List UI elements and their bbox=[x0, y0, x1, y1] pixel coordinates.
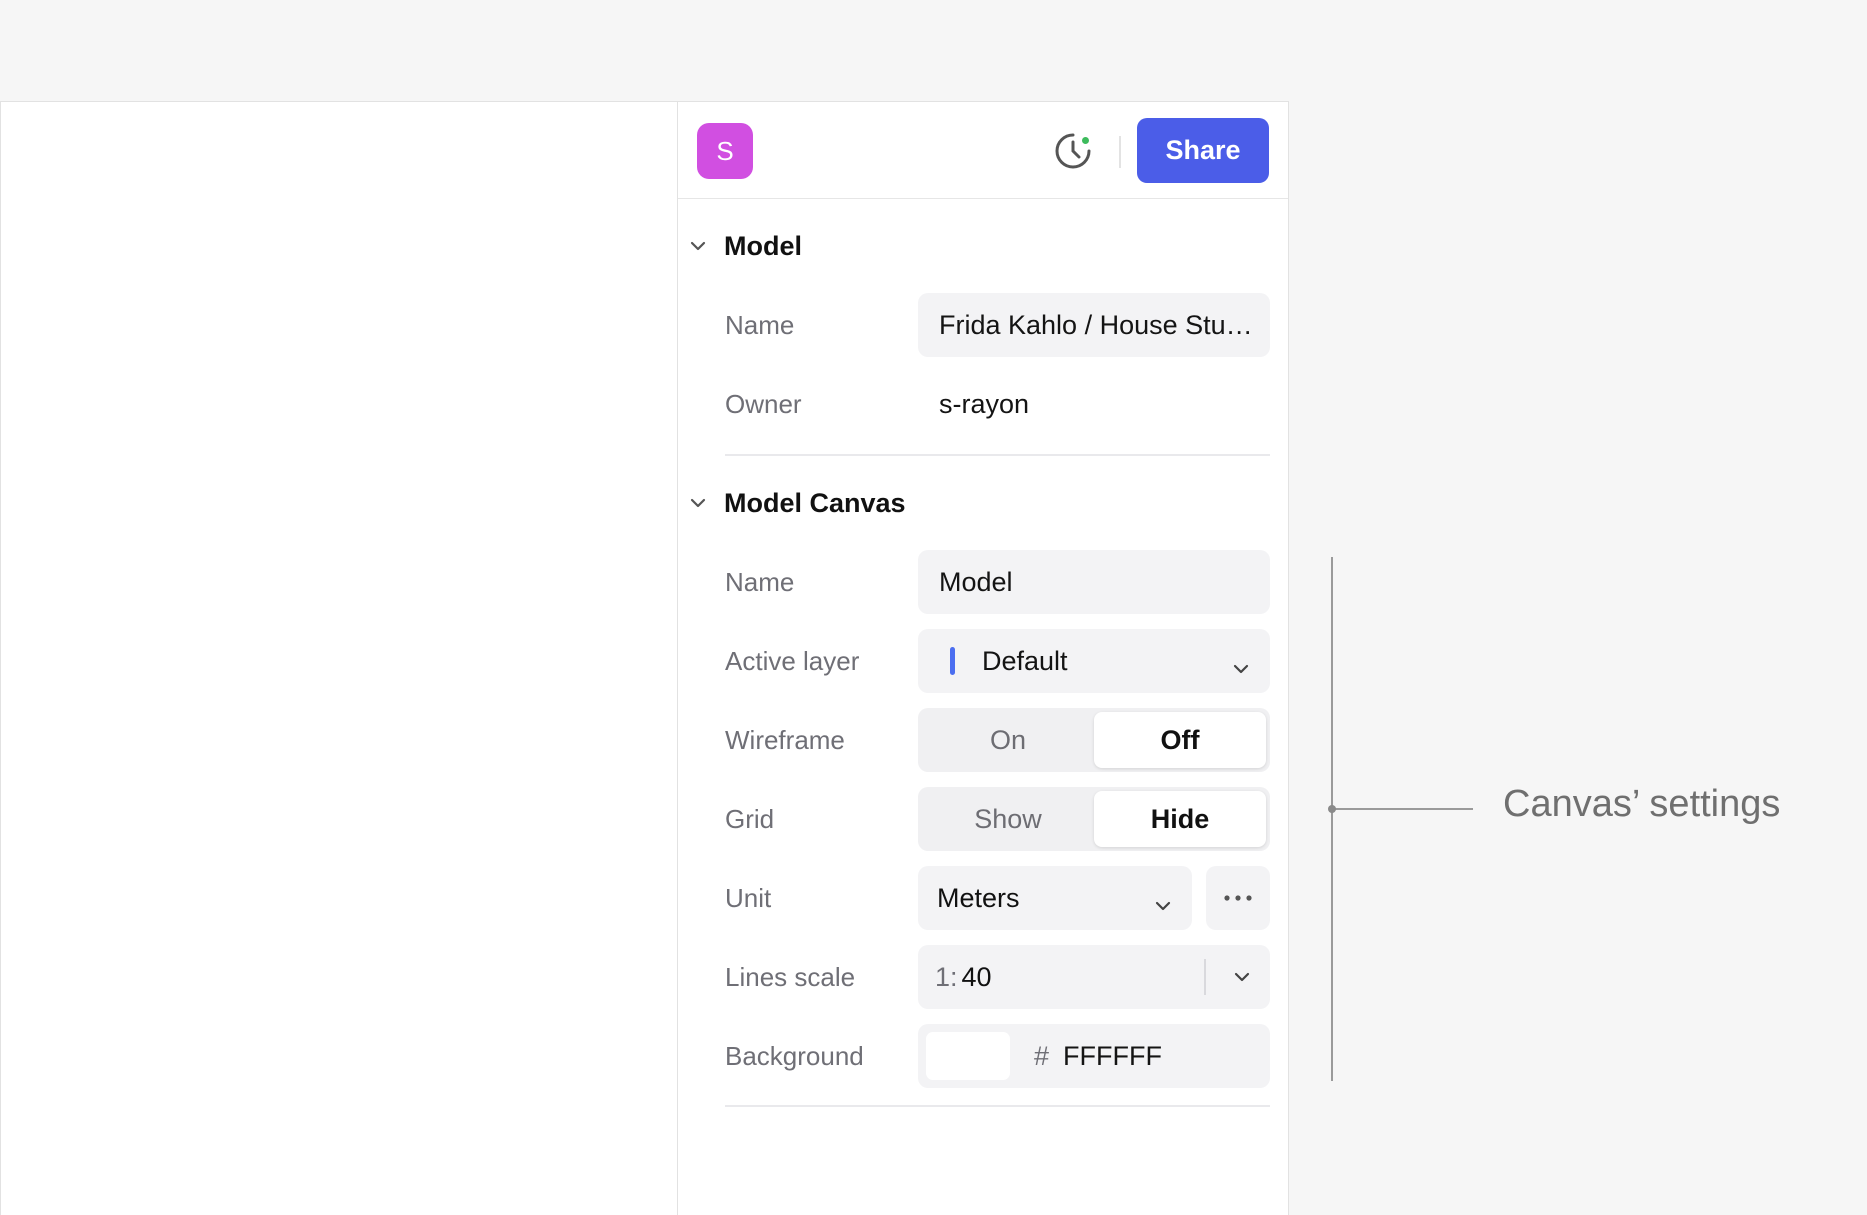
annotation-dot bbox=[1328, 805, 1336, 813]
layer-color-indicator bbox=[950, 647, 955, 675]
lines-scale-dropdown-button[interactable] bbox=[1214, 945, 1270, 1009]
model-name-label: Name bbox=[725, 310, 795, 340]
model-owner-row: Owner s-rayon bbox=[725, 372, 1270, 436]
background-color-field: # FFFFFF bbox=[918, 1024, 1270, 1088]
model-section-title: Model bbox=[724, 230, 802, 261]
lines-scale-value[interactable]: 40 bbox=[962, 962, 992, 993]
wireframe-toggle: On Off bbox=[918, 708, 1270, 772]
wireframe-label: Wireframe bbox=[725, 725, 845, 755]
background-hex-input[interactable]: FFFFFF bbox=[1063, 1041, 1162, 1072]
background-row: Background # FFFFFF bbox=[725, 1024, 1270, 1088]
annotation-label: Canvas’ settings bbox=[1503, 783, 1781, 825]
model-canvas-section-title: Model Canvas bbox=[724, 487, 906, 518]
active-layer-row: Active layer Default bbox=[725, 629, 1270, 693]
section-divider bbox=[725, 1105, 1270, 1107]
grid-hide-option[interactable]: Hide bbox=[1094, 791, 1266, 847]
section-divider bbox=[725, 454, 1270, 456]
model-name-field[interactable]: Frida Kahlo / House Stu… bbox=[918, 293, 1270, 357]
unit-dropdown[interactable]: Meters bbox=[918, 866, 1192, 930]
canvas-name-field[interactable]: Model bbox=[918, 550, 1270, 614]
share-button[interactable]: Share bbox=[1137, 118, 1269, 183]
hex-hash-symbol: # bbox=[1034, 1040, 1050, 1071]
annotation-leader-line bbox=[1332, 808, 1473, 810]
version-history-button[interactable] bbox=[1052, 130, 1094, 172]
avatar[interactable]: S bbox=[697, 123, 753, 179]
chevron-down-icon bbox=[1234, 972, 1250, 982]
unit-more-button[interactable] bbox=[1206, 866, 1270, 930]
wireframe-off-option[interactable]: Off bbox=[1094, 712, 1266, 768]
background-label: Background bbox=[725, 1041, 864, 1071]
unit-value: Meters bbox=[937, 882, 1020, 913]
chevron-down-icon bbox=[678, 241, 714, 251]
active-layer-dropdown[interactable]: Default bbox=[918, 629, 1270, 693]
chevron-down-icon bbox=[678, 498, 714, 508]
grid-label: Grid bbox=[725, 804, 775, 834]
lines-scale-label: Lines scale bbox=[725, 962, 856, 992]
grid-toggle: Show Hide bbox=[918, 787, 1270, 851]
wireframe-row: Wireframe On Off bbox=[725, 708, 1270, 772]
chevron-down-icon bbox=[1232, 651, 1250, 682]
active-layer-value: Default bbox=[982, 645, 1068, 676]
model-section-toggle[interactable]: Model bbox=[678, 226, 802, 266]
panel-header: S Share bbox=[678, 102, 1288, 199]
lines-scale-input[interactable]: 1: 40 bbox=[918, 945, 1270, 1009]
unit-row: Unit Meters bbox=[725, 866, 1270, 930]
background-color-swatch[interactable] bbox=[926, 1032, 1010, 1080]
model-viewport[interactable] bbox=[0, 101, 678, 1215]
grid-show-option[interactable]: Show bbox=[922, 791, 1094, 847]
model-owner-label: Owner bbox=[725, 389, 802, 419]
online-status-dot bbox=[1080, 135, 1091, 146]
unit-label: Unit bbox=[725, 883, 772, 913]
more-horizontal-icon bbox=[1224, 895, 1252, 901]
header-divider bbox=[1119, 136, 1121, 168]
canvas-name-row: Name Model bbox=[725, 550, 1270, 614]
model-owner-value: s-rayon bbox=[939, 388, 1030, 419]
lines-scale-prefix: 1: bbox=[935, 961, 958, 992]
annotation-bracket-line bbox=[1331, 557, 1333, 1081]
lines-scale-separator bbox=[1204, 959, 1206, 995]
model-canvas-section-toggle[interactable]: Model Canvas bbox=[678, 483, 906, 523]
active-layer-label: Active layer bbox=[725, 646, 860, 676]
properties-panel: S Share Model Name Frida Kahlo / House S… bbox=[677, 101, 1289, 1215]
model-name-row: Name Frida Kahlo / House Stu… bbox=[725, 293, 1270, 357]
grid-row: Grid Show Hide bbox=[725, 787, 1270, 851]
lines-scale-row: Lines scale 1: 40 bbox=[725, 945, 1270, 1009]
canvas-name-label: Name bbox=[725, 567, 795, 597]
chevron-down-icon bbox=[1154, 888, 1172, 919]
wireframe-on-option[interactable]: On bbox=[922, 712, 1094, 768]
